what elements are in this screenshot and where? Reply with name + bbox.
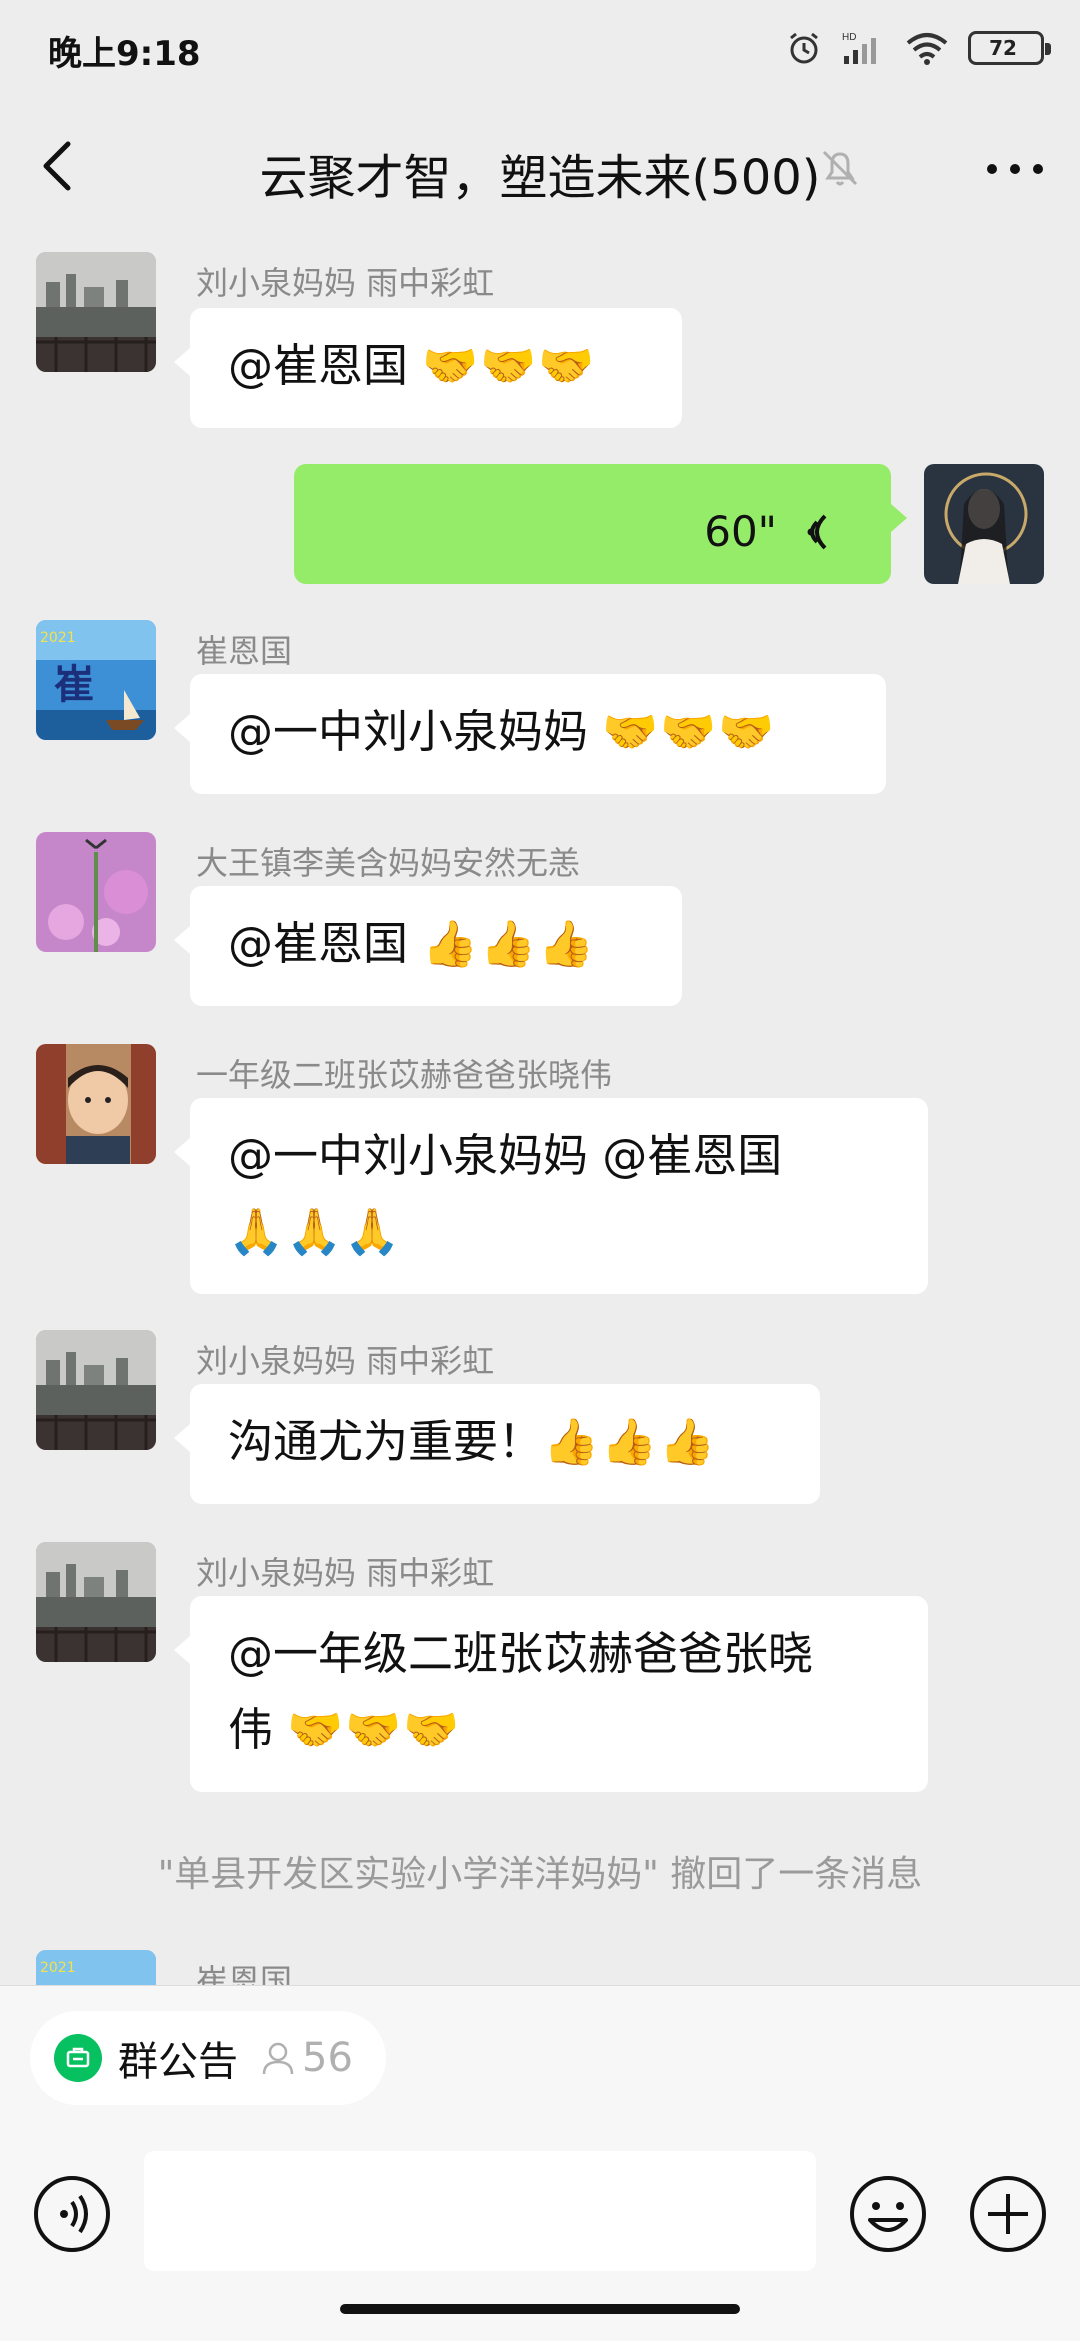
svg-text:HD: HD xyxy=(842,32,856,43)
message-item: 2021 崔 崔恩国 @一中刘小泉妈妈 🤝🤝🤝 xyxy=(0,620,1080,800)
sender-name: 大王镇李美含妈妈安然无恙 xyxy=(196,844,581,882)
message-text: 沟通尤为重要！ xyxy=(228,1415,544,1468)
sender-name: 崔恩国 xyxy=(196,632,293,670)
home-indicator xyxy=(340,2304,740,2314)
more-options-icon[interactable] xyxy=(980,144,1050,194)
sender-name: 一年级二班张苡赫爸爸张晓伟 xyxy=(196,1056,613,1094)
message-bubble[interactable]: 沟通尤为重要！👍👍👍 xyxy=(174,1384,820,1504)
sender-name: 崔恩国 xyxy=(196,1962,293,1985)
message-item: 2021 崔恩国 xyxy=(0,1950,1080,1985)
alarm-icon xyxy=(790,32,818,64)
handshake-emoji: 🤝🤝🤝 xyxy=(287,1703,462,1756)
pray-emoji: 🙏🙏🙏 xyxy=(228,1205,403,1258)
message-item: 刘小泉妈妈 雨中彩虹 @崔恩国 🤝🤝🤝 xyxy=(0,252,1080,432)
svg-text:崔: 崔 xyxy=(54,661,94,708)
status-icons: HD 72 xyxy=(786,26,1051,70)
member-count: 56 xyxy=(302,2035,353,2081)
status-bar: 晚上9:18 HD 72 xyxy=(0,0,1080,100)
avatar[interactable] xyxy=(36,1044,156,1164)
thumbs-up-emoji: 👍👍👍 xyxy=(543,1415,718,1468)
handshake-emoji: 🤝🤝🤝 xyxy=(422,339,597,392)
notice-icon xyxy=(54,2034,102,2082)
svg-text:2021: 2021 xyxy=(40,630,76,646)
signal-icon: HD xyxy=(842,32,876,64)
plus-icon[interactable] xyxy=(968,2174,1048,2254)
handshake-emoji: 🤝🤝🤝 xyxy=(602,705,777,758)
message-bubble[interactable]: @一中刘小泉妈妈 🤝🤝🤝 xyxy=(174,674,886,794)
wifi-icon xyxy=(906,33,948,65)
chat-title: 云聚才智，塑造未来(500) xyxy=(259,150,821,206)
sender-name: 刘小泉妈妈 雨中彩虹 xyxy=(196,1554,495,1592)
svg-text:2021: 2021 xyxy=(40,1960,76,1976)
status-time: 晚上9:18 xyxy=(48,34,201,74)
message-text: @一中刘小泉妈妈 xyxy=(228,705,603,758)
my-avatar[interactable] xyxy=(924,464,1044,584)
avatar[interactable] xyxy=(36,1330,156,1450)
voice-message-bubble[interactable]: 60" xyxy=(294,464,907,584)
message-bubble[interactable]: @一年级二班张苡赫爸爸张晓 伟 🤝🤝🤝 xyxy=(174,1596,928,1792)
message-text-cont: 伟 xyxy=(228,1703,288,1756)
avatar[interactable] xyxy=(36,832,156,952)
message-text: @崔恩国 xyxy=(228,917,423,970)
message-item: 大王镇李美含妈妈安然无恙 @崔恩国 👍👍👍 xyxy=(0,832,1080,1012)
battery-level: 72 xyxy=(989,36,1017,60)
battery-icon: 72 xyxy=(968,31,1051,65)
emoji-icon[interactable] xyxy=(848,2174,928,2254)
message-text: @一年级二班张苡赫爸爸张晓 xyxy=(228,1627,814,1680)
message-item-self: 60" xyxy=(0,462,1080,586)
avatar[interactable]: 2021 xyxy=(36,1950,156,1985)
avatar[interactable] xyxy=(36,1542,156,1662)
message-input[interactable] xyxy=(144,2151,816,2271)
voice-input-icon[interactable] xyxy=(32,2174,112,2254)
message-item: 一年级二班张苡赫爸爸张晓伟 @一中刘小泉妈妈 @崔恩国 🙏🙏🙏 xyxy=(0,1044,1080,1294)
message-bubble[interactable]: @崔恩国 👍👍👍 xyxy=(174,886,682,1006)
message-item: 刘小泉妈妈 雨中彩虹 沟通尤为重要！👍👍👍 xyxy=(0,1330,1080,1510)
avatar[interactable]: 2021 崔 xyxy=(36,620,156,740)
message-item: 刘小泉妈妈 雨中彩虹 @一年级二班张苡赫爸爸张晓 伟 🤝🤝🤝 xyxy=(0,1542,1080,1792)
recall-notice: "单县开发区实验小学洋洋妈妈" 撤回了一条消息 xyxy=(157,1854,923,1895)
message-text: @崔恩国 xyxy=(228,339,423,392)
person-icon xyxy=(262,2042,294,2075)
thumbs-up-emoji: 👍👍👍 xyxy=(422,917,597,970)
sender-name: 刘小泉妈妈 雨中彩虹 xyxy=(196,1342,495,1380)
voice-duration: 60" xyxy=(704,507,777,556)
group-notice-chip[interactable]: 群公告 56 xyxy=(30,2011,386,2105)
avatar[interactable] xyxy=(36,252,156,372)
sender-name: 刘小泉妈妈 雨中彩虹 xyxy=(196,264,495,302)
chat-header: 云聚才智，塑造未来(500) xyxy=(0,100,1080,236)
message-bubble[interactable]: @崔恩国 🤝🤝🤝 xyxy=(174,308,682,428)
voice-wave-icon xyxy=(807,514,827,550)
mute-bell-icon xyxy=(822,150,858,186)
notice-label: 群公告 xyxy=(118,2039,238,2085)
bottom-panel: 群公告 56 xyxy=(0,1985,1080,2341)
message-bubble[interactable]: @一中刘小泉妈妈 @崔恩国 🙏🙏🙏 xyxy=(174,1098,928,1294)
message-text: @一中刘小泉妈妈 @崔恩国 xyxy=(228,1129,783,1182)
